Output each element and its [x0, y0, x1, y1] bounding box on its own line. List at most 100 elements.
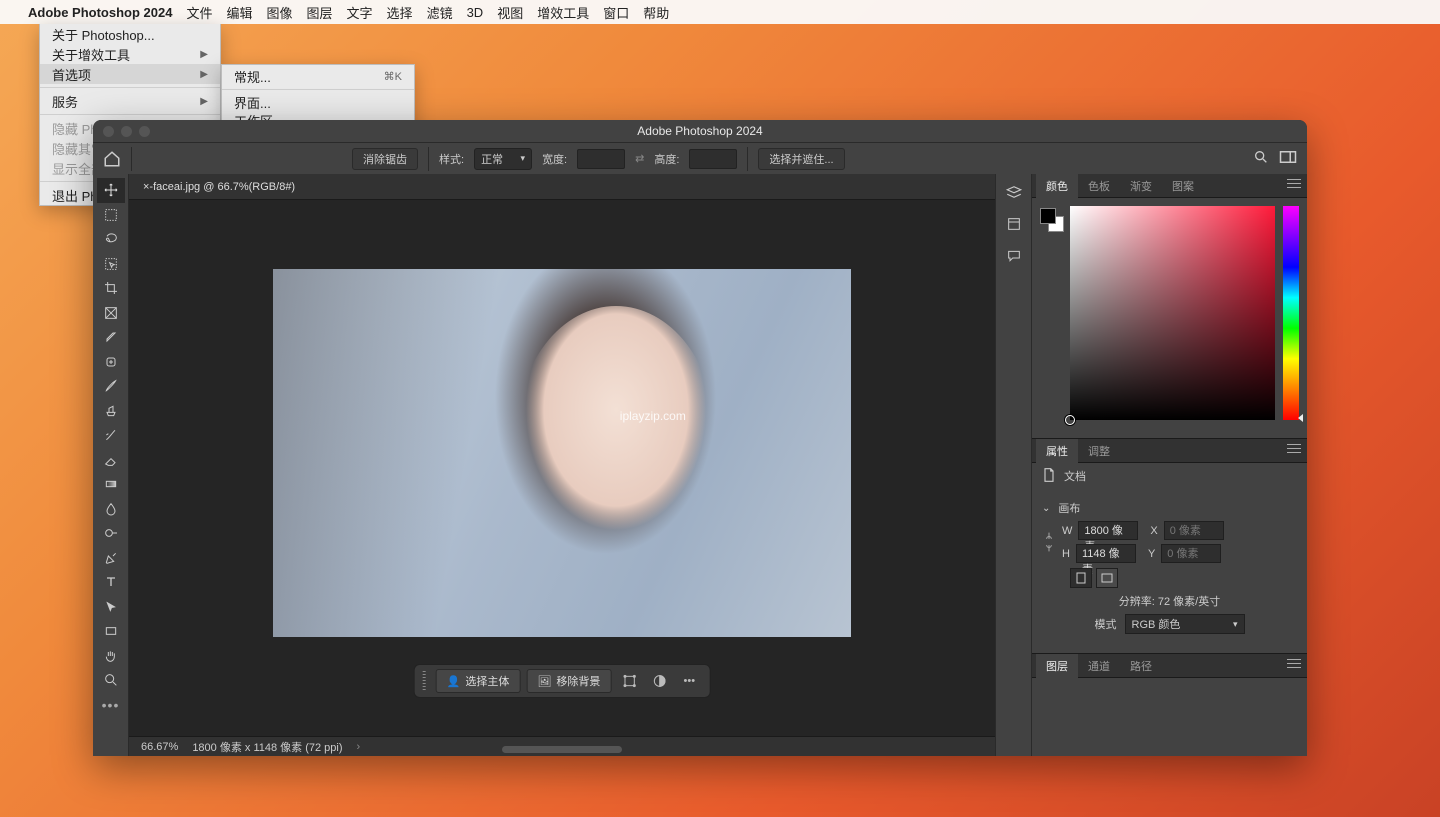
- menu-window[interactable]: 窗口: [603, 3, 629, 22]
- zoom-tool-icon[interactable]: [97, 668, 125, 693]
- object-select-tool-icon[interactable]: [97, 252, 125, 277]
- adjustment-icon[interactable]: [647, 673, 671, 689]
- mac-menubar[interactable]: Adobe Photoshop 2024 文件 编辑 图像 图层 文字 选择 滤…: [0, 0, 1440, 24]
- hue-slider[interactable]: [1283, 206, 1299, 420]
- gradient-tool-icon[interactable]: [97, 472, 125, 497]
- menu-layer[interactable]: 图层: [307, 3, 333, 22]
- select-and-mask-button[interactable]: 选择并遮住...: [758, 148, 844, 170]
- document-tab[interactable]: ×-faceai.jpg @ 66.7%(RGB/8#): [129, 174, 995, 200]
- tab-swatches[interactable]: 色板: [1078, 174, 1120, 198]
- hand-tool-icon[interactable]: [97, 644, 125, 669]
- foreground-color-swatch[interactable]: [1040, 208, 1056, 224]
- menu-select[interactable]: 选择: [387, 3, 413, 22]
- document-info[interactable]: 1800 像素 x 1148 像素 (72 ppi): [192, 739, 342, 755]
- marquee-tool-icon[interactable]: [97, 203, 125, 228]
- tab-patterns[interactable]: 图案: [1162, 174, 1204, 198]
- canvas-section-header[interactable]: ⌄画布: [1042, 500, 1297, 516]
- swap-wh-icon[interactable]: ⇄: [635, 152, 644, 165]
- layers-rail-icon[interactable]: [1002, 182, 1026, 202]
- eyedropper-tool-icon[interactable]: [97, 325, 125, 350]
- color-mode-select[interactable]: RGB 颜色▾: [1125, 614, 1245, 634]
- crop-tool-icon[interactable]: [97, 276, 125, 301]
- menu-plugins[interactable]: 增效工具: [537, 3, 589, 22]
- pen-tool-icon[interactable]: [97, 546, 125, 571]
- chevron-right-icon[interactable]: ›: [357, 741, 361, 753]
- tab-adjustments[interactable]: 调整: [1078, 439, 1120, 463]
- height-input[interactable]: [689, 149, 737, 169]
- tab-properties[interactable]: 属性: [1036, 439, 1078, 463]
- zoom-level[interactable]: 66.67%: [141, 741, 178, 753]
- brush-tool-icon[interactable]: [97, 374, 125, 399]
- canvas-width-input[interactable]: 1800 像素: [1078, 521, 1138, 540]
- landscape-orientation-button[interactable]: [1096, 568, 1118, 588]
- home-icon[interactable]: [103, 150, 121, 168]
- panel-menu-icon[interactable]: [1287, 444, 1301, 456]
- tab-channels[interactable]: 通道: [1078, 654, 1120, 678]
- more-icon[interactable]: •••: [677, 675, 701, 687]
- zoom-dot-icon[interactable]: [139, 126, 150, 137]
- eraser-tool-icon[interactable]: [97, 448, 125, 473]
- tab-paths[interactable]: 路径: [1120, 654, 1162, 678]
- menu-help[interactable]: 帮助: [643, 3, 669, 22]
- menu-about-plugins[interactable]: 关于增效工具▶: [40, 44, 220, 64]
- hue-slider-pointer[interactable]: [1298, 414, 1303, 422]
- blur-tool-icon[interactable]: [97, 497, 125, 522]
- move-tool-icon[interactable]: [97, 178, 125, 203]
- panel-menu-icon[interactable]: [1287, 659, 1301, 671]
- history-brush-tool-icon[interactable]: [97, 423, 125, 448]
- edit-toolbar-icon[interactable]: •••: [97, 693, 125, 718]
- prefs-general[interactable]: 常规...⌘K: [222, 68, 414, 85]
- close-dot-icon[interactable]: [103, 126, 114, 137]
- path-select-tool-icon[interactable]: [97, 595, 125, 620]
- window-titlebar[interactable]: Adobe Photoshop 2024: [93, 120, 1307, 142]
- dodge-tool-icon[interactable]: [97, 521, 125, 546]
- transform-icon[interactable]: [617, 673, 641, 689]
- menu-3d[interactable]: 3D: [467, 5, 484, 20]
- panel-menu-icon[interactable]: [1287, 179, 1301, 191]
- menu-item-label: 首选项: [52, 65, 91, 84]
- menu-preferences[interactable]: 首选项▶: [40, 64, 220, 84]
- workspace-switcher-icon[interactable]: [1279, 150, 1297, 167]
- menu-services[interactable]: 服务▶: [40, 91, 220, 111]
- menu-about-photoshop[interactable]: 关于 Photoshop...: [40, 24, 220, 44]
- menu-file[interactable]: 文件: [186, 3, 212, 22]
- comments-rail-icon[interactable]: [1002, 246, 1026, 266]
- canvas-y-input[interactable]: 0 像素: [1161, 544, 1221, 563]
- traffic-lights[interactable]: [103, 126, 150, 137]
- search-icon[interactable]: [1253, 149, 1269, 168]
- width-input[interactable]: [577, 149, 625, 169]
- type-tool-icon[interactable]: [97, 570, 125, 595]
- saturation-brightness-field[interactable]: [1070, 206, 1275, 420]
- link-wh-icon[interactable]: [1042, 528, 1056, 556]
- menu-edit[interactable]: 编辑: [226, 3, 252, 22]
- portrait-orientation-button[interactable]: [1070, 568, 1092, 588]
- contextual-task-bar[interactable]: 👤选择主体 🖼移除背景 •••: [414, 664, 711, 698]
- minimize-dot-icon[interactable]: [121, 126, 132, 137]
- menu-image[interactable]: 图像: [267, 3, 293, 22]
- lasso-tool-icon[interactable]: [97, 227, 125, 252]
- app-menu[interactable]: Adobe Photoshop 2024: [28, 5, 172, 20]
- menu-type[interactable]: 文字: [347, 3, 373, 22]
- canvas[interactable]: iplayzip.com 👤选择主体 🖼移除背景 •••: [129, 200, 995, 736]
- menu-filter[interactable]: 滤镜: [427, 3, 453, 22]
- style-select[interactable]: 正常▾: [474, 148, 532, 170]
- menu-view[interactable]: 视图: [497, 3, 523, 22]
- frame-tool-icon[interactable]: [97, 301, 125, 326]
- libraries-rail-icon[interactable]: [1002, 214, 1026, 234]
- drag-handle-icon[interactable]: [423, 671, 426, 691]
- horizontal-scrollbar[interactable]: [502, 746, 622, 753]
- canvas-height-input[interactable]: 1148 像素: [1076, 544, 1136, 563]
- antialias-toggle[interactable]: 消除锯齿: [352, 148, 418, 170]
- tab-gradients[interactable]: 渐变: [1120, 174, 1162, 198]
- select-subject-button[interactable]: 👤选择主体: [436, 669, 521, 693]
- prefs-interface[interactable]: 界面...: [222, 94, 414, 111]
- rectangle-tool-icon[interactable]: [97, 619, 125, 644]
- clone-stamp-tool-icon[interactable]: [97, 399, 125, 424]
- color-picker-cursor[interactable]: [1065, 415, 1075, 425]
- healing-brush-tool-icon[interactable]: [97, 350, 125, 375]
- tab-color[interactable]: 颜色: [1036, 174, 1078, 198]
- remove-background-button[interactable]: 🖼移除背景: [526, 669, 611, 693]
- canvas-x-input[interactable]: 0 像素: [1164, 521, 1224, 540]
- tab-layers[interactable]: 图层: [1036, 654, 1078, 678]
- foreground-background-swatch[interactable]: [1040, 208, 1062, 230]
